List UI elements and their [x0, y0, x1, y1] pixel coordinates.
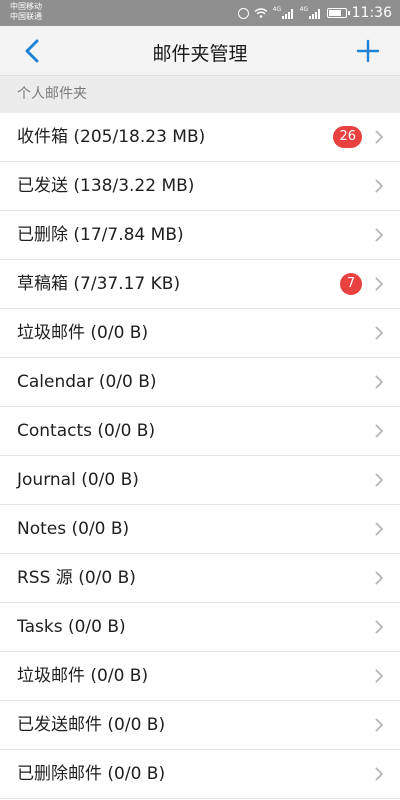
- folder-row[interactable]: 已发送邮件 (0/0 B): [0, 701, 400, 750]
- folder-row[interactable]: Calendar (0/0 B): [0, 358, 400, 407]
- folder-row[interactable]: 已删除邮件 (0/0 B): [0, 750, 400, 799]
- folder-row[interactable]: RSS 源 (0/0 B): [0, 554, 400, 603]
- folder-label: Journal (0/0 B): [17, 470, 139, 490]
- chevron-right-icon: [375, 767, 383, 781]
- chevron-right-icon: [375, 130, 383, 144]
- folder-row[interactable]: 已删除 (17/7.84 MB): [0, 211, 400, 260]
- chevron-right-icon: [375, 277, 383, 291]
- folder-row[interactable]: 垃圾邮件 (0/0 B): [0, 652, 400, 701]
- folder-row[interactable]: Journal (0/0 B): [0, 456, 400, 505]
- folder-row[interactable]: 已发送 (138/3.22 MB): [0, 162, 400, 211]
- page-title: 邮件夹管理: [152, 43, 248, 65]
- alarm-icon: [237, 7, 249, 19]
- chevron-right-icon: [375, 473, 383, 487]
- clock: 11:36: [351, 5, 392, 21]
- folder-label: RSS 源 (0/0 B): [17, 568, 136, 588]
- battery-icon: [326, 8, 350, 18]
- folder-label: 草稿箱 (7/37.17 KB): [17, 274, 181, 294]
- folder-row[interactable]: 草稿箱 (7/37.17 KB) 7: [0, 260, 400, 309]
- chevron-right-icon: [375, 326, 383, 340]
- network-tag: 4G: [299, 6, 309, 13]
- folder-label: 收件箱 (205/18.23 MB): [17, 127, 206, 147]
- chevron-right-icon: [375, 620, 383, 634]
- chevron-right-icon: [375, 522, 383, 536]
- signal-icon: 4G: [273, 7, 295, 19]
- chevron-right-icon: [375, 571, 383, 585]
- unread-badge: 7: [340, 273, 362, 295]
- folder-row[interactable]: Notes (0/0 B): [0, 505, 400, 554]
- folder-label: 垃圾邮件 (0/0 B): [17, 323, 149, 343]
- header-bar: 邮件夹管理: [0, 26, 400, 76]
- folder-label: 已发送 (138/3.22 MB): [17, 176, 195, 196]
- carrier-2: 中国联通: [10, 12, 42, 21]
- chevron-right-icon: [375, 375, 383, 389]
- status-icons: 4G 4G 11:36: [237, 0, 392, 26]
- folder-label: 垃圾邮件 (0/0 B): [17, 666, 149, 686]
- folder-label: Calendar (0/0 B): [17, 372, 157, 392]
- network-tag: 4G: [272, 6, 282, 13]
- chevron-right-icon: [375, 718, 383, 732]
- folder-label: Notes (0/0 B): [17, 519, 130, 539]
- chevron-right-icon: [375, 669, 383, 683]
- folder-row[interactable]: 收件箱 (205/18.23 MB) 26: [0, 113, 400, 162]
- folder-row[interactable]: Tasks (0/0 B): [0, 603, 400, 652]
- wifi-icon: [254, 8, 268, 18]
- chevron-right-icon: [375, 424, 383, 438]
- plus-icon[interactable]: [354, 37, 382, 65]
- folder-list: 收件箱 (205/18.23 MB) 26 已发送 (138/3.22 MB) …: [0, 113, 400, 799]
- folder-label: Tasks (0/0 B): [17, 617, 126, 637]
- folder-label: 已删除邮件 (0/0 B): [17, 764, 166, 784]
- unread-badge: 26: [333, 126, 362, 148]
- folder-label: 已发送邮件 (0/0 B): [17, 715, 166, 735]
- folder-label: 已删除 (17/7.84 MB): [17, 225, 184, 245]
- carrier-1: 中国移动: [10, 2, 42, 11]
- carrier-info: 中国移动 中国联通: [10, 2, 42, 22]
- folder-row[interactable]: Contacts (0/0 B): [0, 407, 400, 456]
- folder-label: Contacts (0/0 B): [17, 421, 156, 441]
- signal-icon: 4G: [300, 7, 322, 19]
- status-bar: 中国移动 中国联通 4G 4G 11:36: [0, 0, 400, 26]
- screen: 中国移动 中国联通 4G 4G 11:36 邮件夹管理 个人邮件夹 收件箱 (2…: [0, 0, 400, 800]
- section-header: 个人邮件夹: [0, 76, 400, 113]
- folder-row[interactable]: 垃圾邮件 (0/0 B): [0, 309, 400, 358]
- chevron-right-icon: [375, 228, 383, 242]
- chevron-right-icon: [375, 179, 383, 193]
